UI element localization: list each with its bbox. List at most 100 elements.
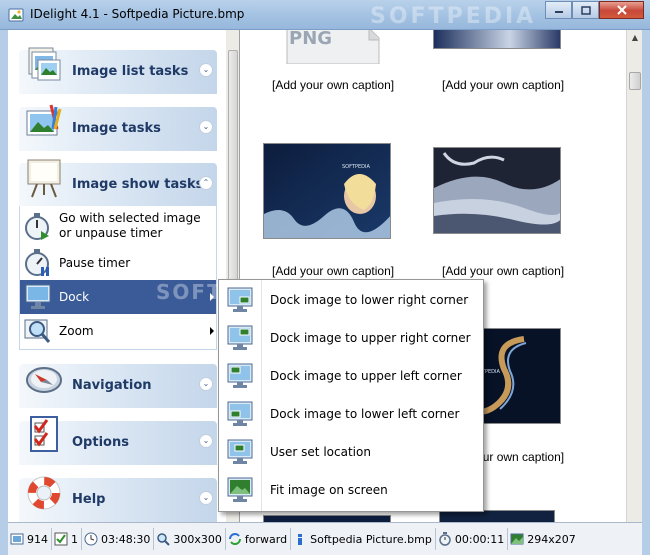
menu-item-dock-lower-left[interactable]: Dock image to lower left corner: [219, 395, 483, 433]
item-label: Dock: [59, 289, 90, 304]
status-selected-count: 1: [52, 528, 82, 550]
chevron-down-icon[interactable]: ⌄: [199, 491, 213, 505]
wallpaper-beach-image: [434, 148, 560, 233]
task-panel-scroll-thumb[interactable]: [228, 50, 238, 300]
item-label: Pause timer: [59, 255, 131, 270]
stopwatch-play-icon: [25, 213, 49, 240]
monitor-upper-right-icon: [227, 325, 253, 350]
png-file-icon: PNG: [286, 30, 380, 64]
header-label: Image list tasks: [72, 64, 189, 79]
menu-item-label: Dock image to lower left corner: [270, 407, 460, 421]
menu-item-fit-image-on-screen[interactable]: Fit image on screen: [219, 471, 483, 509]
item-label: Zoom: [59, 323, 94, 338]
dock-submenu: Dock image to lower right corner Dock im…: [218, 279, 484, 512]
menu-item-dock-upper-left[interactable]: Dock image to upper left corner: [219, 357, 483, 395]
header-image-tasks[interactable]: Image tasks ⌄: [19, 104, 217, 151]
thumbnail-top-right[interactable]: [433, 30, 561, 49]
header-label: Help: [72, 492, 106, 507]
status-image-size: 294x207: [508, 528, 579, 550]
item-pause-timer[interactable]: Pause timer: [20, 246, 216, 280]
app-icon: [8, 8, 24, 22]
status-image-count: 914: [8, 528, 52, 550]
monitor-fit-icon: [227, 477, 253, 502]
status-thumb-size: 300x300: [154, 528, 226, 550]
close-button[interactable]: [599, 1, 644, 19]
image-tasks-icon: [26, 104, 62, 136]
stopwatch-icon: [439, 532, 451, 546]
menu-item-label: Dock image to upper right corner: [270, 331, 471, 345]
thumbnail-caption[interactable]: [Add your own caption]: [442, 78, 564, 92]
scroll-up-icon[interactable]: ▲: [629, 32, 641, 44]
monitor-icon: [25, 284, 51, 309]
magnifier-icon: [24, 319, 51, 343]
header-label: Image tasks: [72, 121, 161, 136]
menu-item-label: Dock image to upper left corner: [270, 369, 462, 383]
header-options[interactable]: Options ⌄: [19, 416, 217, 465]
minimize-icon: [554, 11, 563, 13]
thumbnail-png[interactable]: PNG: [283, 30, 383, 64]
refresh-arrows-icon: [228, 533, 241, 545]
menu-item-user-set-location[interactable]: User set location: [219, 433, 483, 471]
status-filename: Softpedia Picture.bmp: [291, 528, 436, 550]
svg-text:SOFTPEDIA: SOFTPEDIA: [370, 4, 536, 29]
thumbnail-caption[interactable]: [Add your own caption]: [272, 78, 394, 92]
maximize-icon: [580, 5, 591, 15]
window-frame-right: [642, 30, 650, 555]
softpedia-logo: SOFTPEDIA: [370, 4, 536, 29]
thumbnail-caption[interactable]: [Add your own caption]: [442, 264, 564, 278]
chevron-down-icon[interactable]: ⌄: [199, 434, 213, 448]
magnifier-icon: [157, 533, 171, 546]
menu-item-label: User set location: [270, 445, 371, 459]
thumbnail-image[interactable]: [433, 147, 561, 234]
menu-item-label: Dock image to lower right corner: [270, 293, 469, 307]
svg-text:SOFTPEDIA: SOFTPEDIA: [342, 164, 370, 170]
chevron-up-icon[interactable]: ⌃: [199, 176, 213, 190]
status-bar: 914 1 03:48:30 300x300 forward Softpedia…: [8, 522, 642, 555]
header-help[interactable]: Help ⌄: [19, 476, 217, 522]
status-time: 03:48:30: [82, 528, 155, 550]
header-navigation[interactable]: Navigation ⌄: [19, 364, 217, 408]
item-label: Go with selected image or unpause timer: [59, 211, 201, 240]
checklist-icon: [30, 416, 58, 452]
maximize-button[interactable]: [572, 1, 599, 19]
image-icon: [510, 533, 524, 545]
thumbnail-image[interactable]: [263, 515, 391, 522]
window-frame-left: [0, 30, 8, 555]
menu-item-dock-lower-right[interactable]: Dock image to lower right corner: [219, 281, 483, 319]
menu-item-dock-upper-right[interactable]: Dock image to upper right corner: [219, 319, 483, 357]
png-label: PNG: [289, 30, 332, 49]
minimize-button[interactable]: [545, 1, 572, 19]
item-go-with-selected-image[interactable]: Go with selected image or unpause timer: [20, 208, 216, 244]
slideshow-easel-icon: [27, 159, 61, 198]
viewer-scroll-thumb[interactable]: [629, 72, 641, 90]
image-list-icon: [28, 47, 61, 81]
header-image-list-tasks[interactable]: Image list tasks ⌄: [19, 47, 217, 94]
viewer-scrollbar[interactable]: ▲: [626, 30, 642, 522]
checkbox-icon: [54, 532, 68, 546]
thumbnail-caption[interactable]: [Add your own caption]: [272, 264, 394, 278]
item-zoom[interactable]: Zoom: [20, 314, 216, 348]
window-title: IDelight 4.1 - Softpedia Picture.bmp: [30, 7, 245, 21]
thumbnail-image[interactable]: SOFTPEDIA: [263, 143, 391, 239]
status-timer: 00:00:11: [436, 528, 509, 550]
status-direction[interactable]: forward: [226, 528, 292, 550]
monitor-lower-left-icon: [227, 401, 253, 426]
chevron-down-icon[interactable]: ⌄: [199, 63, 213, 77]
task-panel: Image list tasks ⌄ Image tasks ⌄ Image s…: [8, 30, 240, 522]
image-show-tasks-body: Go with selected image or unpause timer P…: [19, 206, 217, 350]
monitor-upper-left-icon: [227, 363, 253, 388]
header-label: Options: [72, 435, 129, 450]
chevron-down-icon[interactable]: ⌄: [199, 120, 213, 134]
header-label: Image show tasks: [72, 177, 204, 192]
submenu-arrow-icon: [210, 327, 214, 335]
header-image-show-tasks[interactable]: Image show tasks ⌃: [19, 159, 217, 207]
clock-icon: [84, 532, 98, 546]
compass-icon: [26, 367, 62, 393]
menu-item-label: Fit image on screen: [270, 483, 388, 497]
header-label: Navigation: [72, 378, 152, 393]
wallpaper-woman-image: SOFTPEDIA: [264, 144, 390, 238]
monitor-user-icon: [227, 439, 253, 464]
title-bar: IDelight 4.1 - Softpedia Picture.bmp SOF…: [0, 0, 650, 30]
chevron-down-icon[interactable]: ⌄: [199, 377, 213, 391]
lifebuoy-icon: [27, 476, 61, 510]
